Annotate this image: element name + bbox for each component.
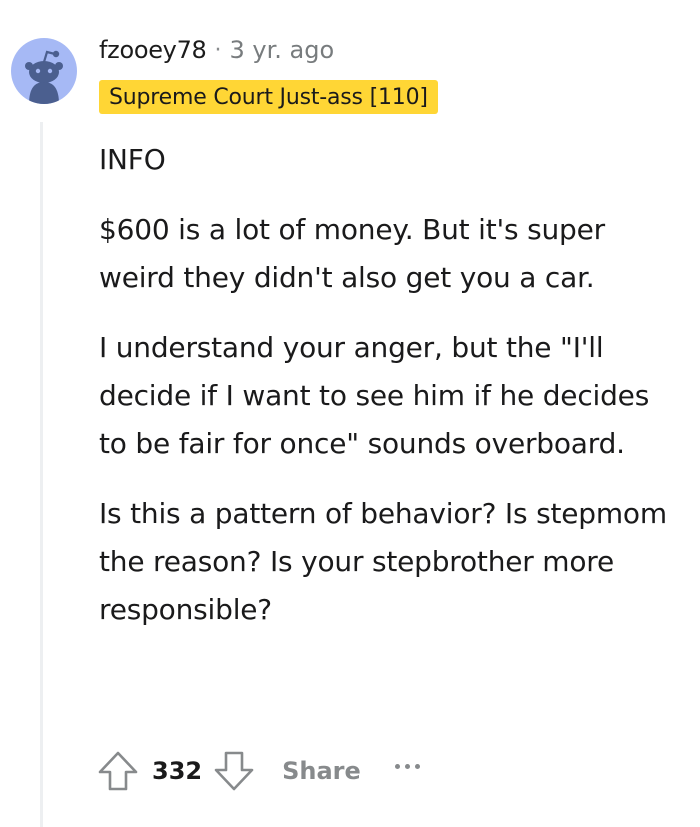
snoo-avatar-icon <box>11 38 77 104</box>
more-dot <box>414 763 420 769</box>
comment-paragraph: I understand your anger, but the "I'll d… <box>99 331 650 460</box>
comment-paragraph: $600 is a lot of money. But it's super w… <box>99 213 605 294</box>
comment-paragraph: INFO <box>99 143 166 176</box>
username-link[interactable]: fzooey78 <box>99 36 207 64</box>
vote-score: 332 <box>152 757 203 785</box>
comment-body: INFO $600 is a lot of money. But it's su… <box>99 136 679 656</box>
share-button[interactable]: Share <box>282 757 361 785</box>
more-dot <box>394 763 400 769</box>
comment-action-bar: 332 Share <box>96 748 420 794</box>
user-flair: Supreme Court Just-ass [110] <box>99 80 438 114</box>
comment-header: fzooey78 · 3 yr. ago <box>99 32 334 68</box>
comment-timestamp[interactable]: 3 yr. ago <box>230 36 335 64</box>
more-dot <box>404 763 410 769</box>
comment-paragraph: Is this a pattern of behavior? Is stepmo… <box>99 497 667 626</box>
more-options-icon[interactable] <box>394 748 420 794</box>
downvote-arrow-icon[interactable] <box>212 749 256 793</box>
header-separator: · <box>214 37 222 63</box>
avatar[interactable] <box>11 38 77 104</box>
upvote-arrow-icon[interactable] <box>96 749 140 793</box>
thread-line[interactable] <box>40 122 43 827</box>
